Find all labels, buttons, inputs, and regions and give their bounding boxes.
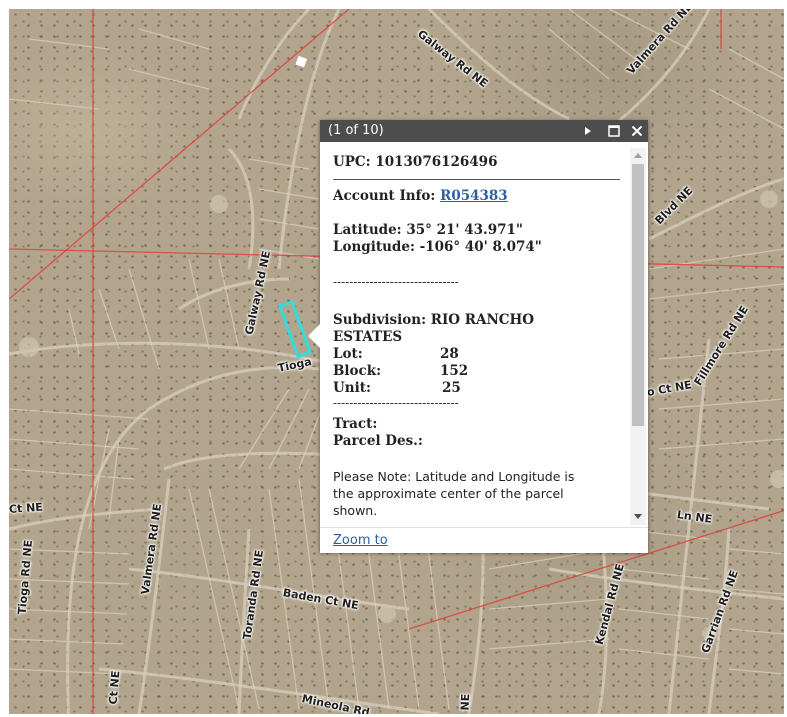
popup-scrollbar[interactable] [630, 148, 646, 525]
popup-count: (1 of 10) [328, 123, 384, 138]
parcel-des-label: Parcel Des.: [333, 433, 423, 449]
upc-text: UPC: 1013076126496 [333, 154, 498, 170]
separator: ------------------------------- [333, 396, 459, 410]
road-label: Ct NE [9, 500, 44, 516]
account-info: Account Info: R054383 [333, 188, 508, 205]
account-label: Account Info: [333, 188, 441, 204]
next-feature-button[interactable] [577, 120, 599, 142]
selected-parcel-outline[interactable] [278, 300, 312, 359]
popup-actions: Zoom to [320, 527, 648, 553]
close-button[interactable] [626, 120, 648, 142]
subdivision-text: Subdivision: RIO RANCHO [333, 312, 535, 328]
note-text: Please Note: Latitude and Longitude is [333, 469, 575, 484]
popup-content[interactable]: UPC: 1013076126496 Account Info: R054383… [320, 142, 630, 527]
scroll-down-icon[interactable] [634, 514, 642, 520]
note-text: shown. [333, 503, 378, 518]
zoom-to-link[interactable]: Zoom to [333, 533, 388, 548]
popup-header: (1 of 10) [320, 120, 648, 142]
scroll-up-icon[interactable] [634, 152, 642, 158]
next-arrow-icon [585, 127, 591, 135]
road-label: Ct NE [106, 670, 123, 706]
tract-label: Tract: [333, 416, 378, 432]
latitude-text: Latitude: 35° 21' 43.971" [333, 222, 523, 238]
scroll-thumb[interactable] [632, 164, 644, 426]
subdivision-text-cont: ESTATES [333, 329, 403, 345]
maximize-button[interactable] [603, 120, 625, 142]
divider [333, 179, 620, 180]
lot-label: Lot: [333, 346, 363, 362]
account-link[interactable]: R054383 [440, 188, 508, 204]
block-label: Block: [333, 363, 382, 379]
parcel-info-popup: (1 of 10) UPC: 1013076126496 Account Inf… [308, 120, 648, 553]
separator: ------------------------------- [333, 275, 459, 289]
block-value: 152 [440, 363, 469, 379]
road-label: NE [458, 693, 473, 711]
longitude-text: Longitude: -106° 40' 8.074" [333, 239, 542, 255]
close-icon [631, 125, 643, 137]
lot-value: 28 [440, 346, 459, 362]
note-text: the approximate center of the parcel [333, 486, 564, 501]
popup-pointer [308, 324, 320, 348]
maximize-icon [608, 125, 620, 137]
